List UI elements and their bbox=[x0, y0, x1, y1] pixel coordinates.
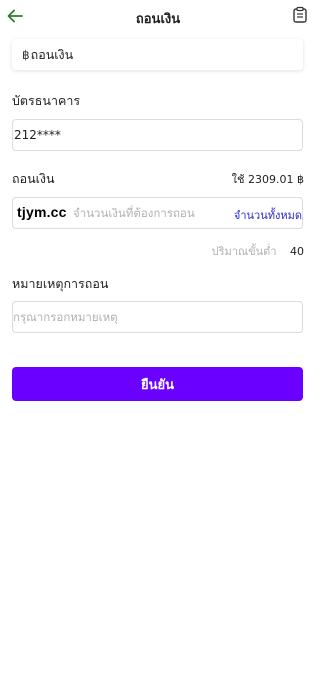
note-field bbox=[12, 301, 303, 333]
note-input[interactable] bbox=[13, 302, 302, 332]
amount-field: tjym.cc จำนวนทั้งหมด bbox=[12, 197, 303, 229]
note-label: หมายเหตุการถอน bbox=[12, 276, 109, 291]
page-title: ถอนเงิน bbox=[135, 12, 181, 27]
withdraw-method-selector[interactable]: ฿ ถอนเงิน bbox=[12, 39, 303, 70]
withdraw-amount-label: ถอนเงิน bbox=[12, 171, 55, 186]
bank-card-field[interactable]: 212**** bbox=[12, 119, 303, 151]
clipboard-icon bbox=[293, 6, 307, 23]
bank-card-value: 212**** bbox=[14, 128, 61, 142]
minimum-label: ปริมาณขั้นต่ำ bbox=[211, 245, 277, 258]
header: ถอนเงิน bbox=[0, 0, 316, 32]
confirm-button[interactable]: ยืนยัน bbox=[12, 367, 303, 401]
watermark-text: tjym.cc bbox=[17, 204, 67, 220]
minimum-amount-row: ปริมาณขั้นต่ำ 40 bbox=[212, 242, 304, 260]
records-button[interactable] bbox=[292, 6, 308, 24]
amount-input[interactable] bbox=[73, 198, 233, 228]
withdraw-page: ถอนเงิน ฿ ถอนเงิน บัตรธนาคาร 212**** ถอน… bbox=[0, 0, 316, 688]
available-balance: ใช้ 2309.01 ฿ bbox=[231, 173, 304, 186]
baht-icon: ฿ bbox=[22, 47, 30, 62]
minimum-value: 40 bbox=[290, 245, 304, 258]
method-label: ถอนเงิน bbox=[30, 46, 74, 62]
withdraw-all-button[interactable]: จำนวนทั้งหมด bbox=[234, 206, 302, 224]
bank-card-label: บัตรธนาคาร bbox=[12, 93, 81, 108]
